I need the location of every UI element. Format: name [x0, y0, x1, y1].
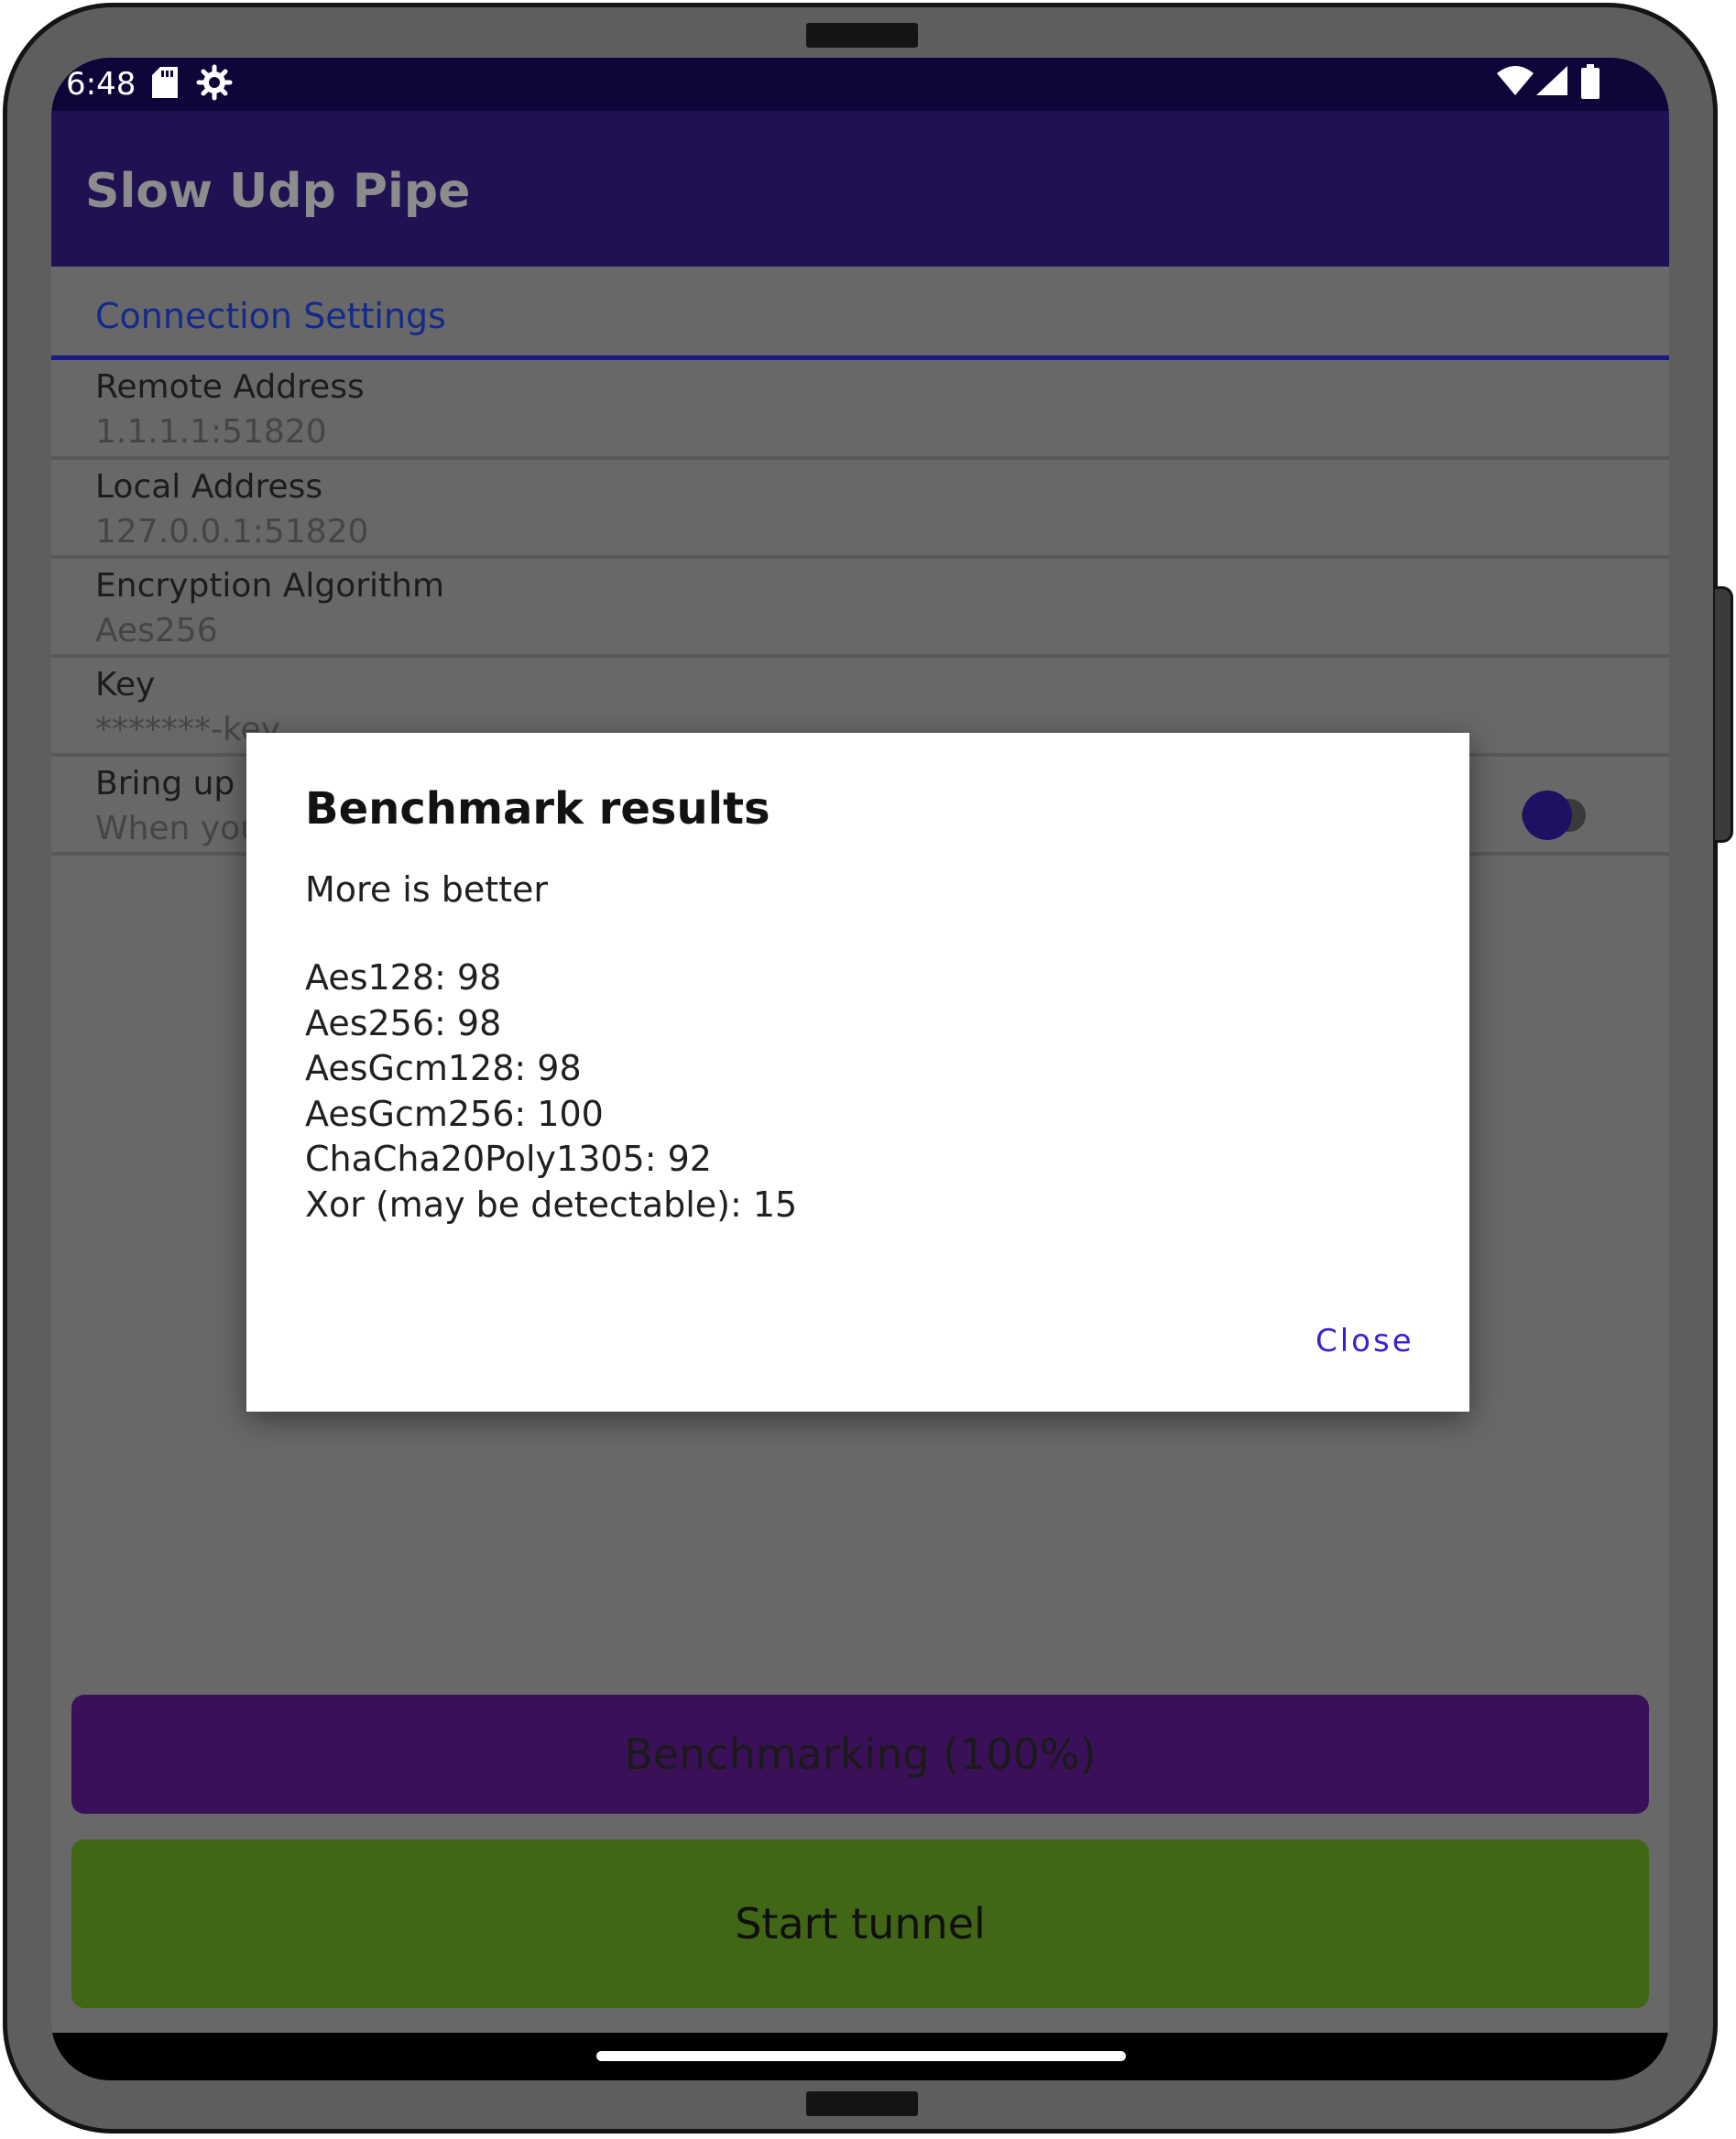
encryption-algorithm-setting[interactable]: Encryption Algorithm Aes256 — [51, 559, 1669, 652]
setting-value: 127.0.0.1:51820 — [95, 513, 369, 551]
battery-icon — [1581, 64, 1600, 103]
setting-title: Key — [95, 666, 156, 704]
bottom-sensor — [806, 2091, 918, 2116]
result-item: AesGcm256: 100 — [305, 1093, 604, 1134]
result-item: ChaCha20Poly1305: 92 — [305, 1139, 712, 1180]
sd-card-icon — [152, 67, 178, 102]
status-bar: 6:48 — [51, 58, 1669, 111]
signal-icon — [1536, 66, 1567, 99]
status-time: 6:48 — [66, 66, 136, 103]
setting-value: Aes256 — [95, 612, 218, 649]
remote-address-setting[interactable]: Remote Address 1.1.1.1:51820 — [51, 360, 1669, 453]
benchmark-button[interactable]: Benchmarking (100%) — [71, 1695, 1649, 1814]
setting-title: Encryption Algorithm — [95, 567, 445, 605]
local-address-setting[interactable]: Local Address 127.0.0.1:51820 — [51, 460, 1669, 553]
setting-value: 1.1.1.1:51820 — [95, 413, 327, 451]
app-bar: Slow Udp Pipe — [51, 111, 1669, 267]
section-label: Connection Settings — [95, 296, 446, 336]
connection-settings-header: Connection Settings — [51, 267, 1669, 360]
result-item: Aes256: 98 — [305, 1002, 502, 1043]
dialog-title: Benchmark results — [305, 783, 770, 835]
wifi-icon — [1497, 66, 1534, 99]
toggle-thumb[interactable] — [1523, 791, 1572, 840]
navigation-bar — [51, 2033, 1669, 2080]
benchmark-results-dialog: Benchmark results More is better Aes128:… — [246, 733, 1469, 1412]
home-indicator[interactable] — [596, 2051, 1126, 2061]
result-item: Aes128: 98 — [305, 957, 502, 998]
side-button — [1715, 586, 1733, 843]
top-sensor — [806, 23, 918, 48]
gear-icon — [196, 64, 233, 104]
start-tunnel-button[interactable]: Start tunnel — [71, 1839, 1649, 2008]
setting-title: Remote Address — [95, 368, 365, 406]
close-button[interactable]: Close — [1316, 1321, 1414, 1361]
dialog-subtitle: More is better — [305, 869, 549, 910]
setting-value: When you — [95, 810, 261, 847]
result-item: Xor (may be detectable): 15 — [305, 1184, 798, 1225]
benchmark-result-list: Aes128: 98 Aes256: 98 AesGcm128: 98 AesG… — [305, 955, 797, 1228]
setting-title: Bring up u — [95, 765, 267, 802]
setting-title: Local Address — [95, 468, 323, 506]
app-title: Slow Udp Pipe — [85, 164, 471, 219]
result-item: AesGcm128: 98 — [305, 1048, 582, 1089]
